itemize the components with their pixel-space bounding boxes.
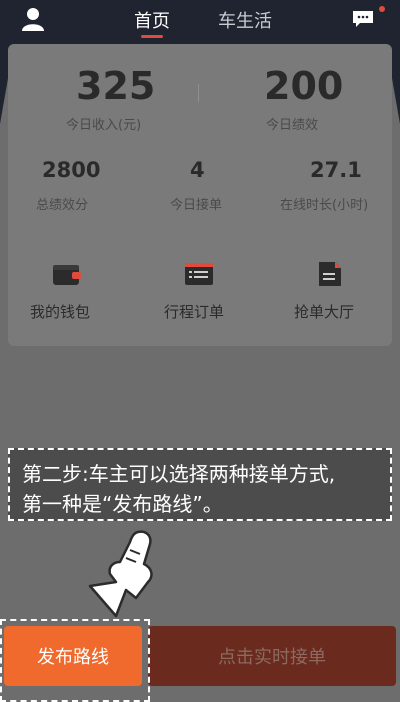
publish-route-button[interactable]: 发布路线 [4, 626, 142, 686]
online-label: 在线时长(小时) [280, 198, 369, 213]
income-label: 今日收入(元) [66, 118, 142, 133]
stats-divider [198, 84, 199, 102]
pointing-hand-icon [88, 530, 153, 618]
active-tab-indicator [141, 35, 163, 38]
top-nav-bar: 首页 车生活 [0, 0, 400, 44]
income-value: 325 [76, 64, 156, 108]
message-icon[interactable] [352, 10, 374, 28]
tutorial-line-2: 第一种是“发布路线”。 [22, 492, 223, 516]
total-perf-label: 总绩效分 [36, 198, 89, 213]
orders-value: 4 [190, 158, 205, 182]
wallet-icon[interactable] [52, 262, 82, 286]
orders-label: 今日接单 [170, 198, 223, 213]
tutorial-callout: 第二步:车主可以选择两种接单方式, 第一种是“发布路线”。 [8, 448, 392, 521]
tab-car-life[interactable]: 车生活 [218, 7, 272, 33]
order-list-icon[interactable] [184, 262, 214, 286]
performance-value: 200 [264, 64, 344, 108]
user-icon[interactable] [20, 6, 46, 32]
performance-label: 今日绩效 [266, 118, 319, 133]
order-hall-label[interactable]: 抢单大厅 [294, 301, 354, 322]
wallet-label[interactable]: 我的钱包 [30, 301, 90, 322]
realtime-order-button[interactable]: 点击实时接单 [148, 626, 396, 686]
trip-orders-label[interactable]: 行程订单 [164, 301, 224, 322]
tutorial-line-1: 第二步:车主可以选择两种接单方式, [22, 462, 336, 486]
document-icon[interactable] [316, 260, 344, 288]
online-value: 27.1 [310, 158, 362, 182]
tab-home[interactable]: 首页 [134, 7, 170, 33]
unread-badge [379, 6, 385, 12]
total-perf-value: 2800 [42, 158, 101, 182]
